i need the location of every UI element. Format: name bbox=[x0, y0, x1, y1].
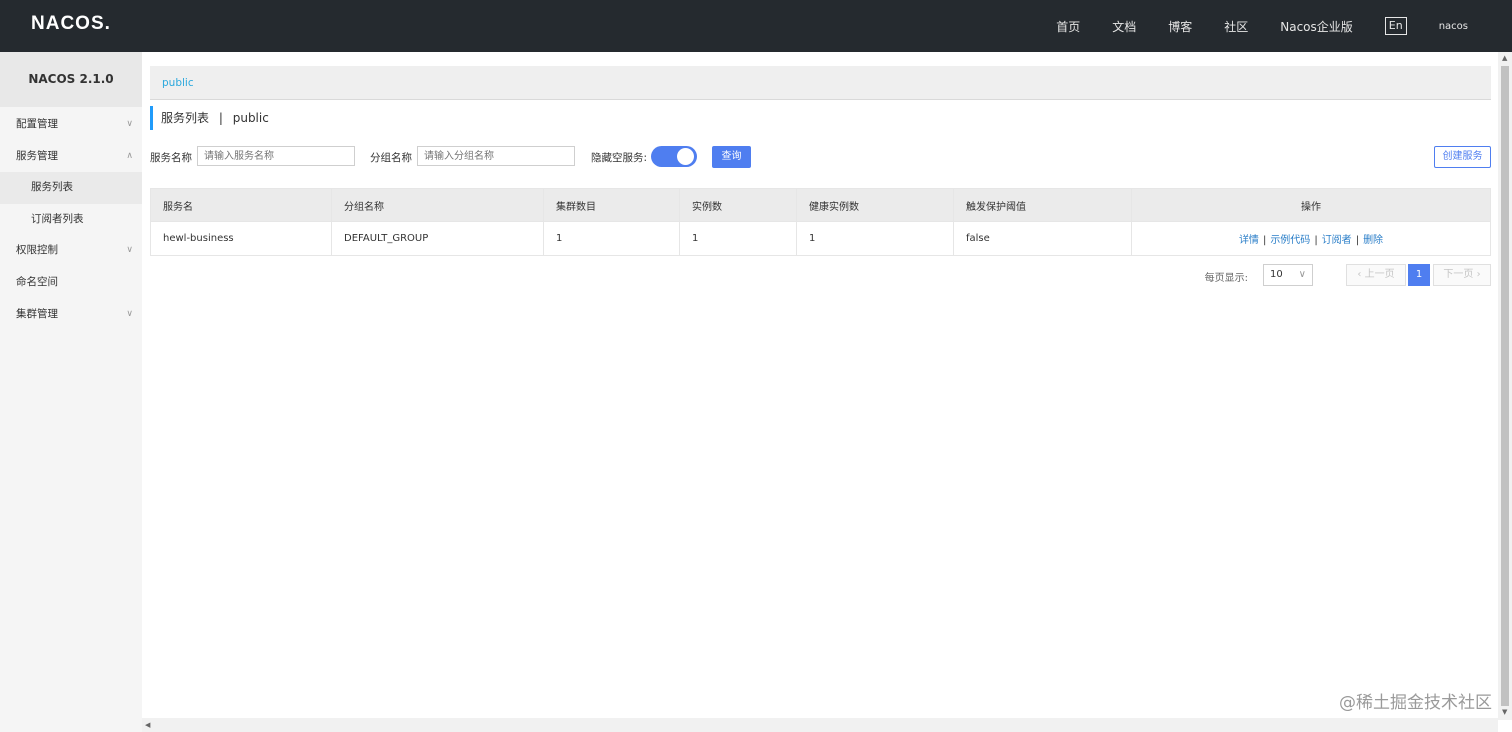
page-button-current[interactable]: 1 bbox=[1408, 264, 1430, 286]
sidebar-version-title: NACOS 2.1.0 bbox=[0, 52, 142, 107]
cell-cluster-count: 1 bbox=[543, 221, 680, 256]
cell-group-name: DEFAULT_GROUP bbox=[331, 221, 544, 256]
nacos-logo[interactable]: NACOS. bbox=[31, 13, 111, 35]
nav-blog[interactable]: 博客 bbox=[1168, 18, 1192, 35]
sidebar-item-access-control[interactable]: 权限控制 ∨ bbox=[0, 235, 142, 267]
nav-home[interactable]: 首页 bbox=[1056, 18, 1080, 35]
action-separator: | bbox=[1314, 235, 1318, 246]
hide-empty-label: 隐藏空服务: bbox=[591, 152, 648, 164]
table-header-row: 服务名 分组名称 集群数目 实例数 健康实例数 触发保护阈值 操作 bbox=[150, 188, 1491, 222]
sidebar-item-label: 集群管理 bbox=[16, 307, 58, 320]
col-cluster-count: 集群数目 bbox=[543, 188, 680, 222]
service-name-input[interactable] bbox=[197, 146, 355, 166]
nav-docs[interactable]: 文档 bbox=[1112, 18, 1136, 35]
top-nav: 首页 文档 博客 社区 Nacos企业版 En nacos bbox=[1056, 0, 1512, 52]
prev-page-label: 上一页 bbox=[1364, 269, 1395, 280]
sidebar-item-subscriber-list[interactable]: 订阅者列表 bbox=[0, 204, 142, 236]
sidebar-item-label: 命名空间 bbox=[16, 275, 58, 288]
scroll-up-arrow-icon[interactable]: ▲ bbox=[1502, 54, 1507, 62]
main-content: public 服务列表 | public 服务名称 分组名称 隐藏空服务: 查询… bbox=[142, 52, 1498, 718]
page-title-text: 服务列表 bbox=[161, 111, 210, 125]
detail-link[interactable]: 详情 bbox=[1239, 235, 1259, 246]
sidebar: NACOS 2.1.0 配置管理 ∨ 服务管理 ∧ 服务列表 订阅者列表 权限控… bbox=[0, 52, 142, 732]
sidebar-item-config-management[interactable]: 配置管理 ∨ bbox=[0, 109, 142, 141]
chevron-down-icon: ∨ bbox=[126, 308, 133, 319]
vertical-scrollbar[interactable]: ▲ ▼ bbox=[1498, 52, 1512, 720]
col-protect-threshold: 触发保护阈值 bbox=[953, 188, 1132, 222]
create-service-button[interactable]: 创建服务 bbox=[1434, 146, 1491, 168]
query-button[interactable]: 查询 bbox=[712, 146, 751, 168]
sidebar-item-label: 服务列表 bbox=[31, 181, 73, 194]
chevron-down-icon: ∨ bbox=[126, 119, 133, 129]
group-name-input[interactable] bbox=[417, 146, 575, 166]
nav-enterprise[interactable]: Nacos企业版 bbox=[1280, 18, 1353, 35]
next-page-label: 下一页 bbox=[1443, 269, 1474, 280]
prev-page-button[interactable]: ‹ 上一页 bbox=[1346, 264, 1406, 286]
sidebar-item-label: 服务管理 bbox=[16, 149, 58, 162]
table-row: hewl-business DEFAULT_GROUP 1 1 1 false … bbox=[150, 221, 1491, 256]
namespace-bar: public bbox=[150, 66, 1491, 100]
service-table: 服务名 分组名称 集群数目 实例数 健康实例数 触发保护阈值 操作 hewl-b… bbox=[150, 188, 1491, 256]
col-group-name: 分组名称 bbox=[331, 188, 544, 222]
sample-code-link[interactable]: 示例代码 bbox=[1270, 235, 1310, 246]
nav-community[interactable]: 社区 bbox=[1224, 18, 1248, 35]
user-name[interactable]: nacos bbox=[1439, 21, 1468, 32]
scrollbar-thumb[interactable] bbox=[1501, 66, 1509, 706]
scroll-left-arrow-icon[interactable]: ◀ bbox=[145, 721, 150, 729]
service-name-label: 服务名称 bbox=[150, 152, 192, 164]
action-separator: | bbox=[1355, 235, 1360, 246]
sidebar-item-label: 订阅者列表 bbox=[31, 212, 84, 225]
hide-empty-toggle[interactable] bbox=[651, 146, 697, 167]
pagination: 每页显示: 10 ∨ ‹ 上一页 1 下一页 › bbox=[1191, 264, 1491, 286]
chevron-right-icon: › bbox=[1473, 269, 1481, 280]
chevron-down-icon: ∨ bbox=[1298, 269, 1306, 280]
language-switch-button[interactable]: En bbox=[1384, 17, 1407, 35]
cell-protect-threshold: false bbox=[953, 221, 1132, 256]
col-service-name: 服务名 bbox=[150, 188, 332, 222]
action-separator: | bbox=[1262, 235, 1267, 246]
toggle-knob bbox=[677, 148, 694, 165]
group-name-label: 分组名称 bbox=[370, 152, 412, 164]
sidebar-item-cluster-management[interactable]: 集群管理 ∨ bbox=[0, 299, 142, 331]
col-instance-count: 实例数 bbox=[679, 188, 797, 222]
namespace-tab-public[interactable]: public bbox=[162, 77, 194, 89]
sidebar-item-service-management[interactable]: 服务管理 ∧ bbox=[0, 141, 142, 173]
delete-link[interactable]: 删除 bbox=[1363, 235, 1383, 246]
sidebar-item-label: 配置管理 bbox=[16, 118, 58, 130]
page-title: 服务列表 | public bbox=[150, 106, 269, 130]
sidebar-item-label: 权限控制 bbox=[16, 244, 58, 257]
scroll-down-arrow-icon[interactable]: ▼ bbox=[1502, 708, 1507, 716]
next-page-button[interactable]: 下一页 › bbox=[1433, 264, 1491, 286]
top-header: NACOS. 首页 文档 博客 社区 Nacos企业版 En nacos bbox=[0, 0, 1512, 52]
page-size-label: 每页显示: bbox=[1204, 273, 1248, 284]
sidebar-item-service-list[interactable]: 服务列表 bbox=[0, 172, 142, 204]
col-healthy-instance-count: 健康实例数 bbox=[796, 188, 954, 222]
chevron-up-icon: ∧ bbox=[126, 150, 133, 161]
search-bar: 服务名称 分组名称 隐藏空服务: 查询 创建服务 bbox=[150, 146, 1491, 168]
cell-instance-count: 1 bbox=[679, 221, 797, 256]
chevron-left-icon: ‹ bbox=[1357, 269, 1365, 280]
page-size-value: 10 bbox=[1270, 269, 1283, 280]
page-size-select[interactable]: 10 ∨ bbox=[1263, 264, 1313, 286]
sidebar-item-namespace[interactable]: 命名空间 bbox=[0, 267, 142, 299]
horizontal-scrollbar[interactable]: ◀ bbox=[142, 718, 1498, 732]
page-title-separator: | bbox=[218, 111, 223, 125]
cell-healthy-instance-count: 1 bbox=[796, 221, 954, 256]
chevron-down-icon: ∨ bbox=[126, 245, 133, 256]
col-operations: 操作 bbox=[1131, 188, 1491, 222]
subscribers-link[interactable]: 订阅者 bbox=[1322, 235, 1352, 246]
watermark: @稀土掘金技术社区 bbox=[1339, 693, 1492, 713]
cell-operations: 详情 | 示例代码 | 订阅者 | 删除 bbox=[1131, 221, 1491, 256]
cell-service-name: hewl-business bbox=[150, 221, 332, 256]
page-title-namespace: public bbox=[232, 111, 269, 125]
